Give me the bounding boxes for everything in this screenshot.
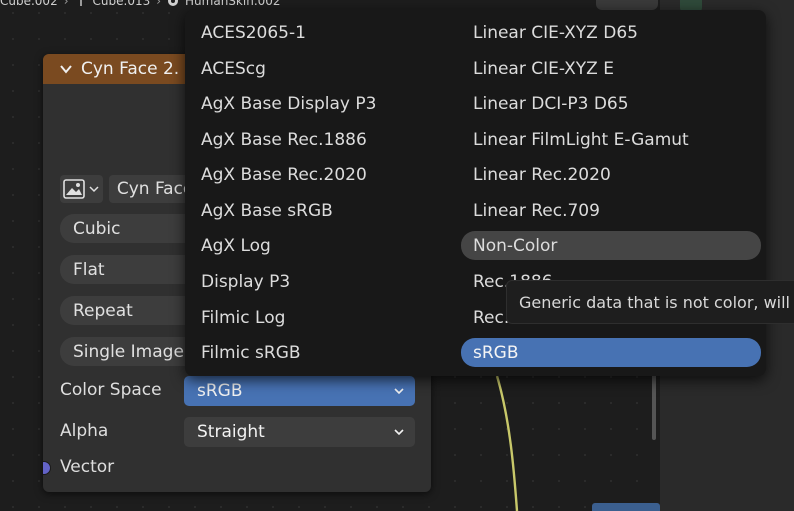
tooltip: Generic data that is not color, will bbox=[506, 280, 794, 324]
alpha-value: Straight bbox=[197, 422, 265, 442]
scrollbar[interactable] bbox=[652, 370, 656, 440]
color-space-label: Color Space bbox=[60, 380, 162, 400]
modifier-icon bbox=[79, 0, 82, 6]
chevron-down-icon bbox=[394, 388, 404, 395]
image-icon bbox=[63, 179, 86, 199]
chevron-right-icon: › bbox=[156, 0, 162, 8]
menu-item[interactable]: Linear CIE-XYZ D65 bbox=[461, 18, 761, 47]
bottom-widget[interactable] bbox=[592, 503, 660, 511]
chevron-down-icon[interactable] bbox=[59, 62, 73, 76]
material-icon bbox=[168, 0, 179, 6]
image-browse-button[interactable] bbox=[60, 175, 103, 203]
vector-label: Vector bbox=[60, 457, 115, 477]
node-title: Cyn Face 2. bbox=[81, 59, 180, 79]
menu-item[interactable]: Filmic Log bbox=[201, 303, 465, 332]
menu-item[interactable]: Filmic sRGB bbox=[201, 338, 465, 367]
menu-item-selected[interactable]: sRGB bbox=[461, 338, 761, 367]
menu-item[interactable]: Display P3 bbox=[201, 267, 465, 296]
menu-item[interactable]: AgX Base Display P3 bbox=[201, 89, 465, 118]
breadcrumb-item-label[interactable]: Cube.013 bbox=[93, 0, 151, 8]
menu-item[interactable]: AgX Base Rec.1886 bbox=[201, 125, 465, 154]
menu-item[interactable]: Linear Rec.709 bbox=[461, 196, 761, 225]
menu-item[interactable]: AgX Base sRGB bbox=[201, 196, 465, 225]
alpha-dropdown[interactable]: Straight bbox=[184, 417, 415, 447]
header-widget[interactable] bbox=[596, 0, 658, 10]
chevron-down-icon bbox=[89, 186, 99, 193]
chevron-right-icon: › bbox=[63, 0, 69, 8]
menu-item[interactable]: Linear CIE-XYZ E bbox=[461, 54, 761, 83]
menu-item[interactable]: Linear DCI-P3 D65 bbox=[461, 89, 761, 118]
breadcrumb-item-label[interactable]: Cube.002 bbox=[0, 0, 58, 8]
chevron-down-icon bbox=[394, 429, 404, 436]
menu-item[interactable]: Linear FilmLight E-Gamut bbox=[461, 125, 761, 154]
color-space-value: sRGB bbox=[197, 381, 243, 401]
menu-item[interactable]: AgX Base Rec.2020 bbox=[201, 160, 465, 189]
menu-item[interactable]: ACEScg bbox=[201, 54, 465, 83]
menu-item[interactable]: AgX Log bbox=[201, 231, 465, 260]
menu-item-hovered[interactable]: Non-Color bbox=[461, 231, 761, 260]
color-space-dropdown[interactable]: sRGB bbox=[184, 376, 415, 406]
breadcrumb-item-label[interactable]: HumanSkin.002 bbox=[185, 0, 281, 8]
menu-item[interactable]: Linear Rec.2020 bbox=[461, 160, 761, 189]
tooltip-text: Generic data that is not color, will bbox=[519, 292, 790, 312]
alpha-label: Alpha bbox=[60, 421, 109, 441]
menu-item[interactable]: ACES2065-1 bbox=[201, 18, 465, 47]
vector-input-socket[interactable] bbox=[43, 461, 51, 475]
breadcrumb: Cube.002 › Cube.013 › HumanSkin.002 bbox=[0, 0, 281, 8]
